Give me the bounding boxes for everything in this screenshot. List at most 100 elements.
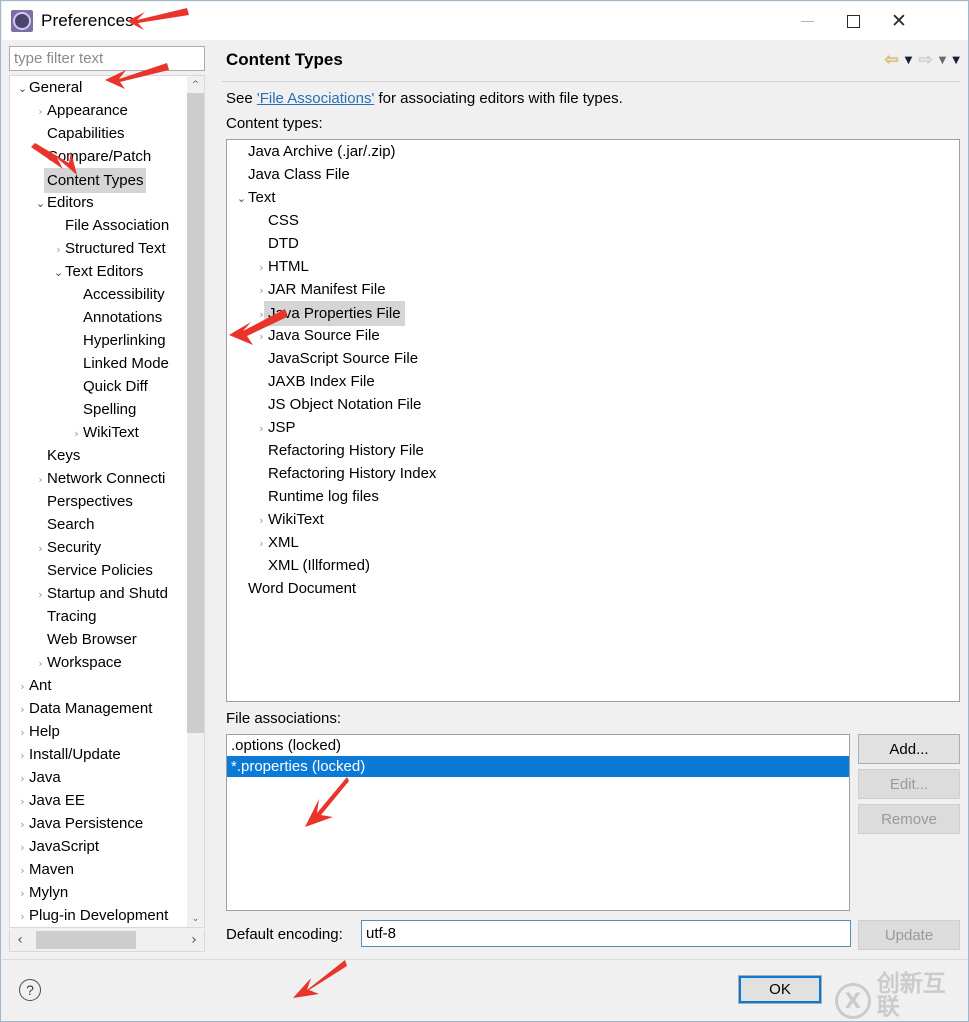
chevron-right-icon[interactable]: › xyxy=(34,652,47,675)
sidebar-item-file-association[interactable]: File Association xyxy=(10,214,192,237)
sidebar-item-workspace[interactable]: › Workspace xyxy=(10,651,192,674)
sidebar-item-structured-text[interactable]: › Structured Text xyxy=(10,237,192,260)
content-type-row[interactable]: DTD xyxy=(227,232,959,255)
chevron-right-icon[interactable]: › xyxy=(34,468,47,491)
content-type-row[interactable]: Java Class File xyxy=(227,163,959,186)
sidebar-item-appearance[interactable]: › Appearance xyxy=(10,99,192,122)
chevron-right-icon[interactable]: › xyxy=(16,767,29,790)
sidebar-item-compare-patch[interactable]: Compare/Patch xyxy=(10,145,192,168)
sidebar-item-help[interactable]: › Help xyxy=(10,720,192,743)
chevron-down-icon[interactable]: ⌄ xyxy=(16,77,29,100)
content-type-row[interactable]: › WikiText xyxy=(227,508,959,531)
back-arrow-icon[interactable]: ⇦ xyxy=(882,50,900,71)
sidebar-vertical-scrollbar[interactable]: ^ ⌄ xyxy=(187,76,204,927)
chevron-right-icon[interactable]: › xyxy=(16,721,29,744)
sidebar-item-java-ee[interactable]: › Java EE xyxy=(10,789,192,812)
sidebar-item-accessibility[interactable]: Accessibility xyxy=(10,283,192,306)
close-button[interactable]: ✕ xyxy=(876,3,922,40)
sidebar-item-linked-mode[interactable]: Linked Mode xyxy=(10,352,192,375)
content-type-row[interactable]: JAXB Index File xyxy=(227,370,959,393)
forward-arrow-icon[interactable]: ⇨ xyxy=(916,50,934,71)
content-type-row[interactable]: XML (Illformed) xyxy=(227,554,959,577)
file-associations-link[interactable]: 'File Associations' xyxy=(257,90,374,107)
sidebar-item-editors[interactable]: ⌄ Editors xyxy=(10,191,192,214)
sidebar-item-security[interactable]: › Security xyxy=(10,536,192,559)
content-type-row[interactable]: ⌄ Text xyxy=(227,186,959,209)
content-type-row[interactable]: Runtime log files xyxy=(227,485,959,508)
content-type-row[interactable]: Word Document xyxy=(227,577,959,600)
file-associations-list[interactable]: .options (locked) *.properties (locked) xyxy=(226,734,850,911)
sidebar-item-plug-in-development[interactable]: › Plug-in Development xyxy=(10,904,192,927)
sidebar-item-general[interactable]: ⌄ General xyxy=(10,76,192,99)
back-dropdown-icon[interactable]: ▼ xyxy=(903,53,915,68)
sidebar-item-wikitext[interactable]: › WikiText xyxy=(10,421,192,444)
sidebar-item-network-connecti[interactable]: › Network Connecti xyxy=(10,467,192,490)
file-association-row[interactable]: .options (locked) xyxy=(227,735,849,756)
scroll-up-icon[interactable]: ^ xyxy=(187,76,204,93)
sidebar-item-annotations[interactable]: Annotations xyxy=(10,306,192,329)
chevron-down-icon[interactable]: ⌄ xyxy=(34,192,47,215)
chevron-right-icon[interactable]: › xyxy=(16,675,29,698)
chevron-right-icon[interactable]: › xyxy=(16,905,29,927)
sidebar-item-data-management[interactable]: › Data Management xyxy=(10,697,192,720)
sidebar-item-keys[interactable]: Keys xyxy=(10,444,192,467)
content-types-list[interactable]: Java Archive (.jar/.zip) Java Class File… xyxy=(226,139,960,702)
minimize-button[interactable] xyxy=(784,3,830,40)
hscrollbar-thumb[interactable] xyxy=(36,931,136,949)
chevron-right-icon[interactable]: › xyxy=(52,238,65,261)
filter-input[interactable] xyxy=(9,46,205,71)
sidebar-item-ant[interactable]: › Ant xyxy=(10,674,192,697)
sidebar-item-quick-diff[interactable]: Quick Diff xyxy=(10,375,192,398)
chevron-down-icon[interactable]: ⌄ xyxy=(52,261,65,284)
scrollbar-thumb[interactable] xyxy=(187,93,204,733)
sidebar-item-javascript[interactable]: › JavaScript xyxy=(10,835,192,858)
chevron-right-icon[interactable]: › xyxy=(16,790,29,813)
sidebar-item-mylyn[interactable]: › Mylyn xyxy=(10,881,192,904)
chevron-right-icon[interactable]: › xyxy=(16,744,29,767)
content-type-row[interactable]: Java Archive (.jar/.zip) xyxy=(227,140,959,163)
content-type-row[interactable]: › JAR Manifest File xyxy=(227,278,959,301)
toolbar-menu-icon[interactable]: ▼ xyxy=(950,53,962,68)
maximize-button[interactable] xyxy=(830,3,876,40)
sidebar-item-java-persistence[interactable]: › Java Persistence xyxy=(10,812,192,835)
sidebar-item-maven[interactable]: › Maven xyxy=(10,858,192,881)
content-type-row[interactable]: JS Object Notation File xyxy=(227,393,959,416)
chevron-right-icon[interactable]: › xyxy=(34,100,47,123)
chevron-right-icon[interactable]: › xyxy=(255,509,268,532)
content-type-row[interactable]: › HTML xyxy=(227,255,959,278)
chevron-right-icon[interactable]: › xyxy=(255,256,268,279)
sidebar-item-service-policies[interactable]: Service Policies xyxy=(10,559,192,582)
chevron-down-icon[interactable]: ⌄ xyxy=(235,187,248,210)
preferences-tree[interactable]: ⌄ General › Appearance Capabilities Compare… xyxy=(9,75,205,928)
forward-dropdown-icon[interactable]: ▼ xyxy=(937,53,949,68)
sidebar-item-search[interactable]: Search xyxy=(10,513,192,536)
chevron-right-icon[interactable]: › xyxy=(16,859,29,882)
content-type-row[interactable]: JavaScript Source File xyxy=(227,347,959,370)
content-type-row[interactable]: › Java Properties File xyxy=(227,301,959,326)
sidebar-item-capabilities[interactable]: Capabilities xyxy=(10,122,192,145)
sidebar-item-content-types[interactable]: Content Types xyxy=(10,168,192,193)
ok-button[interactable]: OK xyxy=(738,975,822,1004)
chevron-right-icon[interactable]: › xyxy=(16,813,29,836)
scroll-left-icon[interactable]: ‹ xyxy=(10,930,30,950)
default-encoding-input[interactable] xyxy=(361,920,851,947)
sidebar-item-perspectives[interactable]: Perspectives xyxy=(10,490,192,513)
scroll-down-icon[interactable]: ⌄ xyxy=(187,910,204,927)
sidebar-item-web-browser[interactable]: Web Browser xyxy=(10,628,192,651)
sidebar-item-startup-and-shutd[interactable]: › Startup and Shutd xyxy=(10,582,192,605)
content-type-row[interactable]: Refactoring History File xyxy=(227,439,959,462)
sidebar-item-hyperlinking[interactable]: Hyperlinking xyxy=(10,329,192,352)
chevron-right-icon[interactable]: › xyxy=(255,417,268,440)
help-question-icon[interactable]: ? xyxy=(19,979,41,1001)
sidebar-item-text-editors[interactable]: ⌄ Text Editors xyxy=(10,260,192,283)
chevron-right-icon[interactable]: › xyxy=(34,583,47,606)
chevron-right-icon[interactable]: › xyxy=(34,537,47,560)
chevron-right-icon[interactable]: › xyxy=(16,836,29,859)
sidebar-item-spelling[interactable]: Spelling xyxy=(10,398,192,421)
chevron-right-icon[interactable]: › xyxy=(16,698,29,721)
sidebar-horizontal-scrollbar[interactable]: ‹ › xyxy=(9,930,205,952)
chevron-right-icon[interactable]: › xyxy=(16,882,29,905)
content-type-row[interactable]: Refactoring History Index xyxy=(227,462,959,485)
chevron-right-icon[interactable]: › xyxy=(255,279,268,302)
scroll-right-icon[interactable]: › xyxy=(184,930,204,950)
